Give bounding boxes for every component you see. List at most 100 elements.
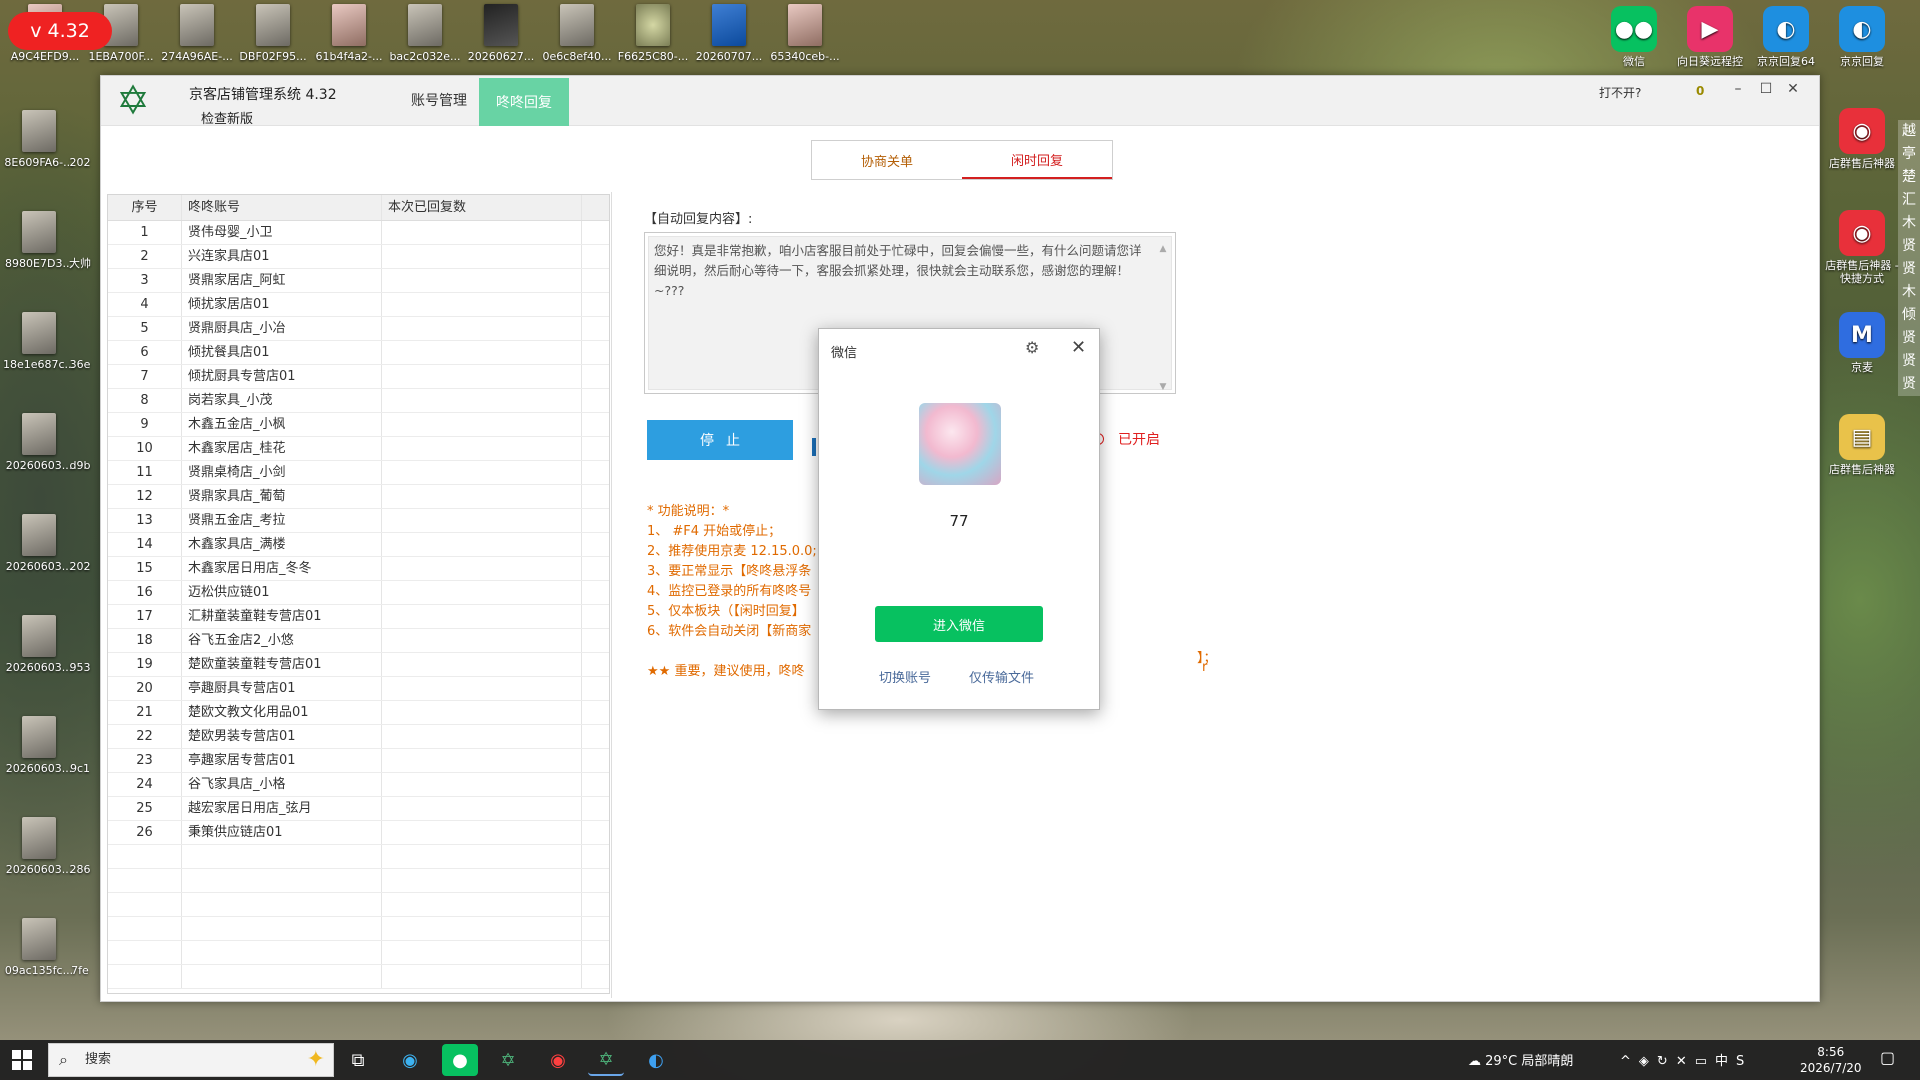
table-row[interactable]: 24 谷飞家具店_小格 — [108, 773, 609, 797]
textarea-scrollbar[interactable]: ▲ ▼ — [1157, 239, 1169, 392]
stop-button[interactable]: 停止 — [647, 420, 793, 460]
version-badge: v 4.32 — [8, 12, 112, 50]
wechat-taskbar-icon[interactable]: ● — [442, 1044, 478, 1076]
close-icon[interactable]: ✕ — [1071, 337, 1086, 358]
table-row[interactable]: 26 秉策供应链店01 — [108, 821, 609, 845]
desktop-app-icon[interactable]: ◉ 店群售后神器 — [1822, 108, 1902, 170]
right-edge-window-strip[interactable]: 越亭楚汇木贤贤木倾贤贤贤 — [1898, 120, 1920, 396]
table-row[interactable]: 8 岗若家具_小茂 — [108, 389, 609, 413]
desktop-app-icon[interactable]: ◐ 京京回复64 — [1746, 6, 1826, 68]
table-row[interactable]: 5 贤鼎厨具店_小冶 — [108, 317, 609, 341]
table-row[interactable]: 23 亭趣家居专营店01 — [108, 749, 609, 773]
menu-account-management[interactable]: 账号管理 — [399, 90, 479, 110]
desktop-icon[interactable]: F6625C80-... — [610, 4, 696, 63]
desktop-icon-partial-label[interactable]: 大帅 — [60, 257, 100, 270]
tray-chevron-icon[interactable]: ^ — [1620, 1054, 1639, 1069]
tab-assist-close[interactable]: 协商关单 — [812, 141, 962, 179]
table-row[interactable]: 10 木鑫家居店_桂花 — [108, 437, 609, 461]
desktop-icon[interactable]: 61b4f4a2-... — [306, 4, 392, 63]
desktop-icon-partial-label[interactable]: 202 — [60, 560, 100, 573]
table-row[interactable]: 22 楚欧男装专营店01 — [108, 725, 609, 749]
desktop-icon-partial-label[interactable]: 953 — [60, 661, 100, 674]
network-icon[interactable]: ▭ — [1695, 1054, 1715, 1069]
idle-reply-panel: 【自动回复内容】: 您好！真是非常抱歉，咱小店客服目前处于忙碌中，回复会偏慢一些… — [611, 192, 1819, 998]
jingke-star-icon[interactable]: ✡ — [490, 1044, 526, 1076]
desktop-icon[interactable]: 274A96AE-... — [154, 4, 240, 63]
desktop-icon-label: 京京回复64 — [1757, 55, 1815, 68]
table-row[interactable]: 19 楚欧童装童鞋专营店01 — [108, 653, 609, 677]
weather-widget[interactable]: ☁ 29°C 局部晴朗 — [1468, 1050, 1573, 1069]
desktop-app-icon[interactable]: ●● 微信 — [1594, 6, 1674, 68]
desktop-app-icon[interactable]: ▤ 店群售后神器 — [1822, 414, 1902, 476]
switch-account-link[interactable]: 切换账号 — [879, 667, 931, 686]
file-thumbnail — [22, 918, 56, 960]
edge-icon[interactable]: ◉ — [392, 1044, 428, 1076]
wechat-dialog: 微信 ⚙ ✕ 77 进入微信 切换账号 仅传输文件 — [818, 328, 1100, 710]
minimize-button[interactable]: – — [1727, 80, 1749, 98]
desktop-icon[interactable]: 20260707... — [686, 4, 772, 63]
ime-indicator[interactable]: 中 — [1715, 1054, 1736, 1069]
cant-open-link[interactable]: 打不开? — [1599, 84, 1641, 101]
check-update-link[interactable]: 检查新版 — [201, 108, 253, 127]
tab-idle-reply[interactable]: 闲时回复 — [962, 141, 1112, 179]
table-row[interactable]: 2 兴连家具店01 — [108, 245, 609, 269]
desktop-icon-partial-label[interactable]: 286 — [60, 863, 100, 876]
desktop-icon-partial-label[interactable]: 9c1 — [60, 762, 100, 775]
close-button[interactable]: ✕ — [1782, 80, 1804, 98]
jingke-active-icon[interactable]: ✡ — [588, 1044, 624, 1076]
table-row[interactable]: 21 楚欧文教文化用品01 — [108, 701, 609, 725]
row-extra — [582, 605, 609, 628]
desktop-icon-label: A9C4EFD9... — [10, 50, 80, 63]
desktop-icon-partial-label[interactable]: 7fe — [60, 964, 100, 977]
system-tray[interactable]: ^◈↻✕▭中S — [1620, 1050, 1752, 1069]
row-account-name: 木鑫家居日用店_冬冬 — [182, 557, 382, 580]
volume-mute-icon[interactable]: ✕ — [1676, 1054, 1695, 1069]
table-row[interactable]: 18 谷飞五金店2_小悠 — [108, 629, 609, 653]
table-row[interactable]: 15 木鑫家居日用店_冬冬 — [108, 557, 609, 581]
table-row[interactable]: 11 贤鼎桌椅店_小剑 — [108, 461, 609, 485]
desktop-app-icon[interactable]: ▶ 向日葵远程控 — [1670, 6, 1750, 68]
table-row[interactable]: 12 贤鼎家具店_葡萄 — [108, 485, 609, 509]
desktop-app-icon[interactable]: ◉ 店群售后神器 - 快捷方式 — [1822, 210, 1902, 285]
after-sale-tool-icon[interactable]: ◉ — [540, 1044, 576, 1076]
jingjing-reply-icon[interactable]: ◐ — [638, 1044, 674, 1076]
taskbar-search[interactable]: ⌕ 搜索 ✦ — [48, 1043, 334, 1077]
notification-icon[interactable]: ▢ — [1880, 1048, 1895, 1067]
status-enabled: 已开启 — [1092, 429, 1160, 449]
table-row[interactable]: 17 汇耕童装童鞋专营店01 — [108, 605, 609, 629]
desktop-app-icon[interactable]: ◐ 京京回复 — [1822, 6, 1902, 68]
table-row[interactable]: 9 木鑫五金店_小枫 — [108, 413, 609, 437]
table-row[interactable]: 6 倾扰餐具店01 — [108, 341, 609, 365]
table-row[interactable]: 4 倾扰家居店01 — [108, 293, 609, 317]
table-row[interactable]: 3 贤鼎家居店_阿虹 — [108, 269, 609, 293]
taskbar-clock[interactable]: 8:56 2026/7/20 — [1800, 1044, 1862, 1076]
desktop-icon[interactable]: 65340ceb-... — [762, 4, 848, 63]
table-row[interactable]: 13 贤鼎五金店_考拉 — [108, 509, 609, 533]
table-row[interactable]: 1 贤伟母婴_小卫 — [108, 221, 609, 245]
desktop-icon-partial-label[interactable]: d9b — [60, 459, 100, 472]
sync-icon[interactable]: ↻ — [1657, 1054, 1676, 1069]
table-row[interactable]: 7 倾扰厨具专营店01 — [108, 365, 609, 389]
strip-char: 亭 — [1902, 146, 1916, 162]
menu-dongdong-reply[interactable]: 咚咚回复 — [479, 78, 569, 126]
desktop-icon[interactable]: 20260627... — [458, 4, 544, 63]
maximize-button[interactable]: ☐ — [1755, 80, 1777, 98]
desktop-icon[interactable]: DBF02F95... — [230, 4, 316, 63]
table-row[interactable]: 25 越宏家居日用店_弦月 — [108, 797, 609, 821]
task-view-icon[interactable]: ⧉ — [340, 1044, 376, 1076]
table-row[interactable]: 16 迈松供应链01 — [108, 581, 609, 605]
shield-icon[interactable]: ◈ — [1639, 1054, 1657, 1069]
enter-wechat-button[interactable]: 进入微信 — [875, 606, 1043, 642]
windows-start-icon[interactable] — [12, 1050, 32, 1070]
desktop-icon-partial-label[interactable]: 36e — [60, 358, 100, 371]
row-extra — [582, 509, 609, 532]
desktop-icon[interactable]: 0e6c8ef40... — [534, 4, 620, 63]
sogou-icon[interactable]: S — [1736, 1054, 1752, 1069]
gear-icon[interactable]: ⚙ — [1025, 338, 1039, 357]
desktop-icon[interactable]: bac2c032e... — [382, 4, 468, 63]
table-row[interactable]: 14 木鑫家具店_满楼 — [108, 533, 609, 557]
desktop-app-icon[interactable]: M 京麦 — [1822, 312, 1902, 374]
file-transfer-only-link[interactable]: 仅传输文件 — [969, 667, 1034, 686]
desktop-icon-partial-label[interactable]: 202 — [60, 156, 100, 169]
table-row[interactable]: 20 亭趣厨具专营店01 — [108, 677, 609, 701]
